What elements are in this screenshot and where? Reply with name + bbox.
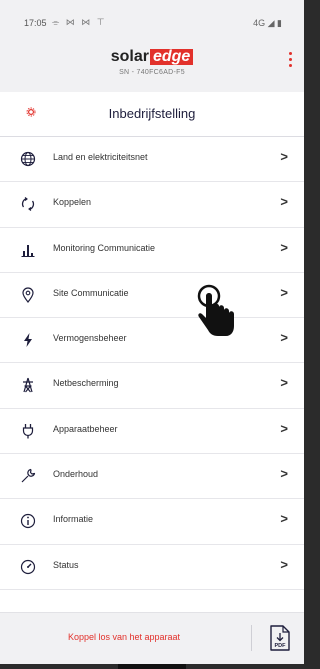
menu-item-device-management[interactable]: Apparaatbeheer > (0, 409, 304, 455)
logo-accent: edge (149, 49, 194, 65)
solaredge-logo: solar edge (0, 48, 304, 66)
menu-item-status[interactable]: Status > (0, 545, 304, 590)
menu-item-label: Onderhoud (53, 469, 99, 480)
menu-item-power-control[interactable]: Vermogensbeheer > (0, 318, 304, 364)
menu-item-pairing[interactable]: Koppelen > (0, 182, 304, 228)
sync-icon (18, 194, 38, 214)
menu-item-label: Monitoring Communicatie (53, 242, 156, 253)
logo-word: solar (110, 48, 149, 65)
chevron-right-icon: > (280, 556, 288, 572)
menu-item-label: Vermogensbeheer (53, 333, 127, 344)
chevron-right-icon: > (280, 239, 288, 255)
home-indicator[interactable] (118, 664, 186, 669)
device-serial: SN - 740FC6AD-F5 (119, 69, 185, 76)
chevron-right-icon: > (280, 420, 288, 436)
wrench-icon (18, 466, 38, 486)
menu-item-label: Apparaatbeheer (53, 423, 118, 434)
status-bar: 17:05 ⌯ ⋈ ⋈ ⊤ 4G ◢ ▮ (0, 0, 304, 40)
more-vertical-icon[interactable] (286, 52, 294, 72)
menu-item-label: Site Communicatie (53, 287, 129, 298)
chevron-right-icon: > (280, 149, 288, 164)
notification-icons: ⌯ ⋈ ⋈ ⊤ (52, 17, 107, 27)
chevron-right-icon: > (280, 330, 288, 346)
pdf-label: PDF (275, 643, 287, 649)
page-title: Inbedrijfstelling (108, 106, 196, 121)
chevron-right-icon: > (280, 284, 288, 300)
bar-chart-icon (18, 240, 38, 260)
commissioning-menu: Land en elektriciteitsnet > Koppelen > M… (0, 137, 304, 590)
disconnect-button[interactable]: Koppel los van het apparaat (0, 632, 248, 642)
menu-item-label: Land en elektriciteitsnet (53, 152, 148, 162)
menu-item-label: Koppelen (53, 197, 92, 208)
page-title-bar: Inbedrijfstelling (0, 92, 304, 137)
menu-item-label: Netbescherming (53, 378, 119, 389)
chevron-right-icon: > (280, 511, 288, 527)
gauge-icon (18, 557, 38, 577)
lightning-icon (18, 330, 38, 350)
chevron-right-icon: > (280, 194, 288, 210)
tap-hand-icon (197, 284, 234, 336)
menu-item-site-communication[interactable]: Site Communicatie > (0, 273, 304, 319)
menu-item-monitoring-communication[interactable]: Monitoring Communicatie > (0, 228, 304, 273)
menu-item-grid-protection[interactable]: Netbescherming > (0, 363, 304, 409)
app-screen: 17:05 ⌯ ⋈ ⋈ ⊤ 4G ◢ ▮ solar edge SN - 740F… (0, 0, 304, 665)
menu-item-label: Status (53, 559, 79, 570)
menu-item-maintenance[interactable]: Onderhoud > (0, 454, 304, 500)
globe-icon (18, 149, 38, 169)
menu-item-label: Informatie (53, 514, 94, 525)
network-status: 4G ◢ ▮ (253, 18, 282, 28)
power-tower-icon (18, 375, 38, 395)
bottom-action-bar: Koppel los van het apparaat PDF (0, 612, 304, 665)
chevron-right-icon: > (280, 375, 288, 391)
location-pin-icon (18, 285, 38, 305)
status-time: 17:05 (24, 18, 47, 28)
info-icon (18, 511, 38, 531)
menu-item-country-grid[interactable]: Land en elektriciteitsnet > (0, 137, 304, 183)
app-header: solar edge SN - 740FC6AD-F5 (0, 40, 304, 92)
divider (251, 625, 252, 651)
pdf-download-icon[interactable]: PDF (268, 624, 292, 652)
chevron-right-icon: > (280, 466, 288, 482)
menu-item-information[interactable]: Informatie > (0, 499, 304, 545)
plug-icon (18, 421, 38, 441)
